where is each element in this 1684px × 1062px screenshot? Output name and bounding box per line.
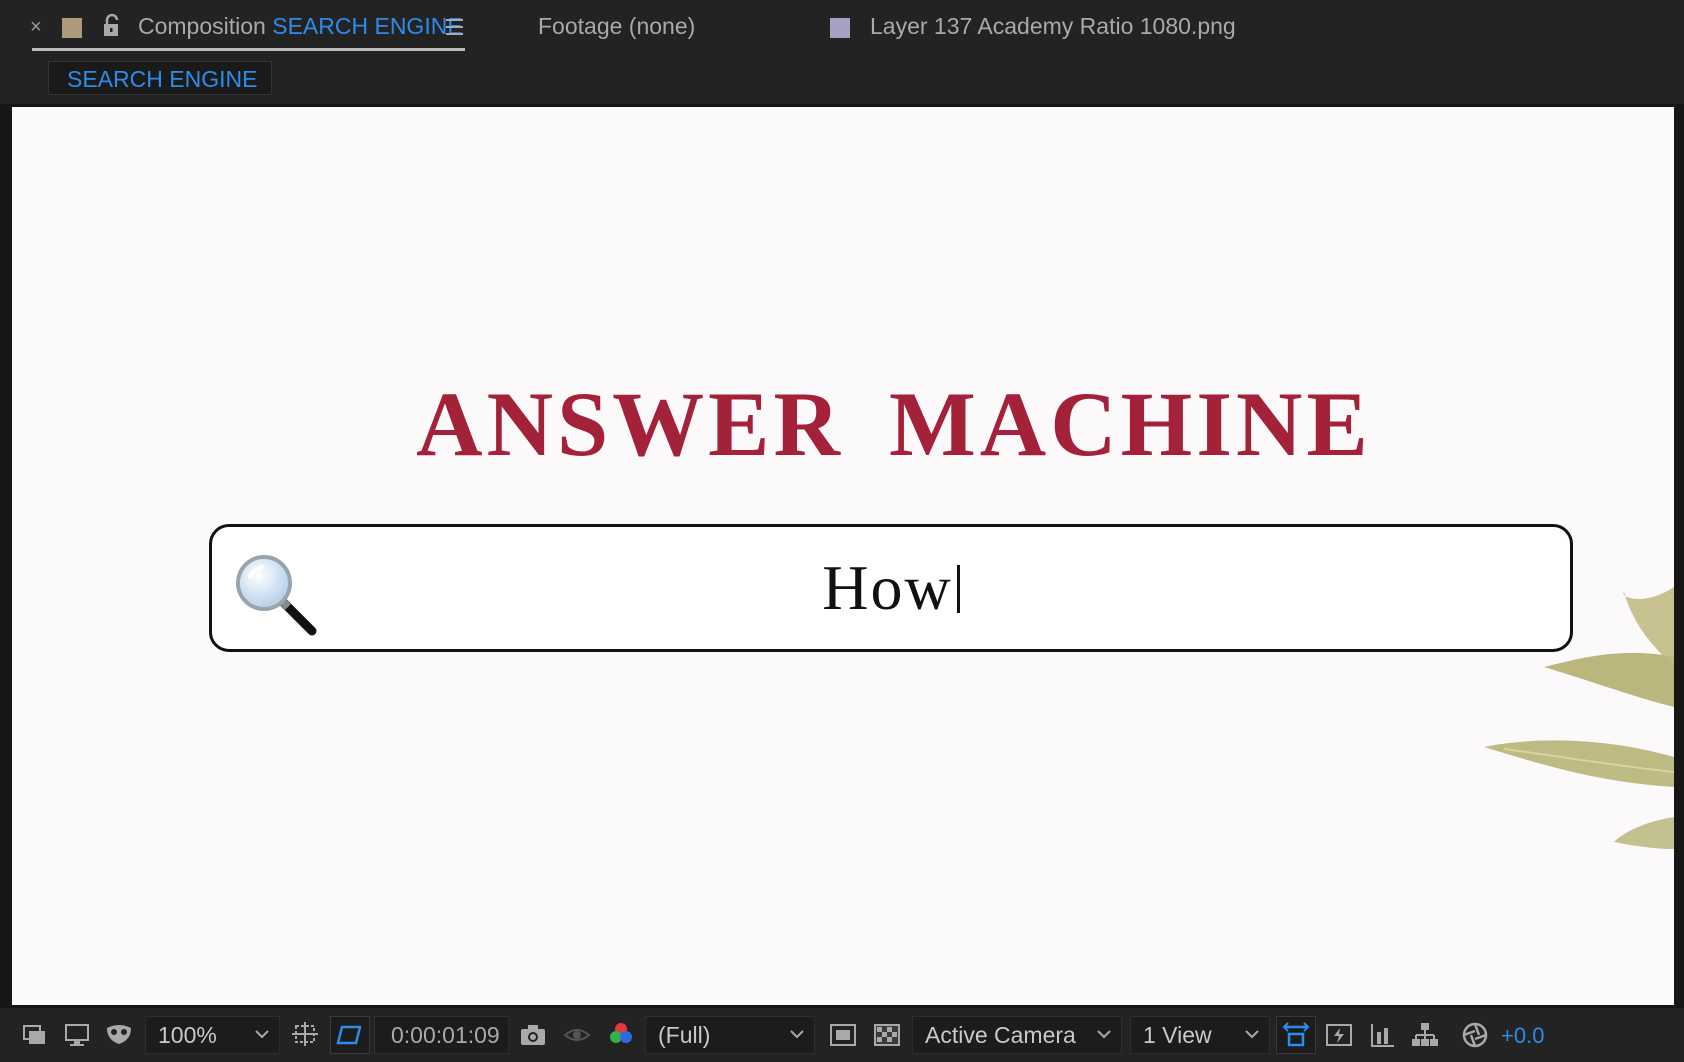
tab-footage[interactable]: Footage (none) xyxy=(538,13,695,40)
transparency-grid-icon[interactable] xyxy=(872,1020,902,1050)
timeline-icon[interactable] xyxy=(1368,1020,1398,1050)
reset-exposure-icon[interactable] xyxy=(1460,1020,1490,1050)
mask-visibility-icon[interactable] xyxy=(104,1020,134,1050)
text-cursor xyxy=(956,565,960,613)
magnification-dropdown[interactable]: 100% xyxy=(145,1016,280,1054)
monitor-icon[interactable] xyxy=(62,1020,92,1050)
tab-composition-name: SEARCH ENGINE xyxy=(272,13,463,39)
current-time-field[interactable]: 0:00:01:09 xyxy=(374,1016,509,1054)
region-of-interest-icon xyxy=(336,1025,362,1045)
camera-view-dropdown[interactable]: Active Camera xyxy=(912,1016,1122,1054)
camera-view-value: Active Camera xyxy=(925,1022,1076,1048)
lock-icon[interactable] xyxy=(101,14,123,38)
chevron-down-icon xyxy=(790,1030,804,1039)
color-channels-icon[interactable] xyxy=(606,1020,636,1050)
breadcrumb-row: SEARCH ENGINE xyxy=(0,56,1684,104)
fast-preview-lightning-icon[interactable] xyxy=(1324,1020,1354,1050)
composition-canvas[interactable]: ANSWER MACHINE How xyxy=(12,107,1674,1005)
view-layout-dropdown[interactable]: 1 View xyxy=(1130,1016,1270,1054)
layer-color-swatch xyxy=(830,18,850,38)
fast-previews-icon[interactable] xyxy=(828,1020,858,1050)
always-preview-icon[interactable] xyxy=(20,1020,50,1050)
tab-composition-prefix: Composition xyxy=(138,13,266,39)
region-of-interest-button[interactable] xyxy=(330,1016,370,1054)
search-query-text: How xyxy=(212,551,1570,625)
chevron-down-icon xyxy=(1245,1030,1259,1039)
canvas-title: ANSWER MACHINE xyxy=(416,373,1372,475)
close-tab-icon[interactable]: × xyxy=(30,16,42,39)
pixel-aspect-icon xyxy=(1282,1022,1310,1047)
resolution-dropdown[interactable]: (Full) xyxy=(645,1016,815,1054)
tab-composition[interactable]: Composition SEARCH ENGINE xyxy=(138,13,463,40)
resolution-value: (Full) xyxy=(658,1022,711,1048)
viewer-toolbar: 100% 0:00:01:09 (Full) Active Camera 1 V… xyxy=(0,1008,1684,1062)
viewer-tab-bar: × Composition SEARCH ENGINE Footage (non… xyxy=(0,0,1684,56)
leaf-decoration xyxy=(1484,587,1674,849)
chevron-down-icon xyxy=(1097,1030,1111,1039)
exposure-value[interactable]: +0.0 xyxy=(1501,1023,1544,1049)
composition-color-swatch[interactable] xyxy=(62,18,82,38)
grid-guides-icon[interactable] xyxy=(290,1020,320,1050)
search-query-value: How xyxy=(822,552,953,623)
breadcrumb-composition[interactable]: SEARCH ENGINE xyxy=(48,61,272,95)
snapshot-camera-icon[interactable] xyxy=(518,1020,548,1050)
chevron-down-icon xyxy=(255,1030,269,1039)
toggle-pixel-aspect-button[interactable] xyxy=(1276,1016,1316,1054)
flowchart-icon[interactable] xyxy=(1410,1020,1440,1050)
show-snapshot-icon[interactable] xyxy=(562,1020,592,1050)
panel-menu-icon[interactable] xyxy=(446,19,463,35)
tab-layer[interactable]: Layer 137 Academy Ratio 1080.png xyxy=(870,13,1236,40)
search-bar-graphic: How xyxy=(209,524,1573,652)
view-layout-value: 1 View xyxy=(1143,1022,1212,1048)
active-tab-indicator xyxy=(32,48,465,51)
magnification-value: 100% xyxy=(158,1022,217,1048)
